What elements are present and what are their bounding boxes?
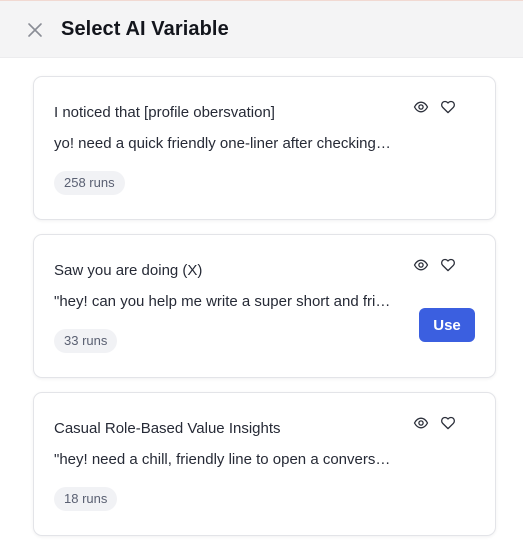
runs-badge: 258 runs bbox=[54, 171, 125, 195]
select-ai-variable-panel: Select AI Variable I noticed that [profi… bbox=[0, 0, 523, 555]
favorite-button[interactable] bbox=[440, 415, 456, 431]
variable-card[interactable]: I noticed that [profile obersvation] yo!… bbox=[33, 76, 496, 220]
preview-button[interactable] bbox=[413, 415, 429, 431]
use-button[interactable]: Use bbox=[419, 308, 475, 342]
variable-card[interactable]: Saw you are doing (X) "hey! can you help… bbox=[33, 234, 496, 378]
eye-icon bbox=[413, 259, 429, 271]
page-title: Select AI Variable bbox=[61, 18, 229, 40]
card-title: Casual Role-Based Value Insights bbox=[54, 420, 281, 437]
card-description: "hey! need a chill, friendly line to ope… bbox=[54, 451, 394, 468]
heart-icon bbox=[441, 100, 455, 114]
eye-icon bbox=[413, 417, 429, 429]
preview-button[interactable] bbox=[413, 99, 429, 115]
close-button[interactable] bbox=[25, 20, 45, 40]
preview-button[interactable] bbox=[413, 257, 429, 273]
card-title: I noticed that [profile obersvation] bbox=[54, 104, 275, 121]
card-description: yo! need a quick friendly one-liner afte… bbox=[54, 135, 394, 152]
card-description: "hey! can you help me write a super shor… bbox=[54, 293, 394, 310]
close-icon bbox=[28, 23, 42, 37]
panel-header: Select AI Variable bbox=[0, 1, 523, 58]
favorite-button[interactable] bbox=[440, 99, 456, 115]
runs-badge: 33 runs bbox=[54, 329, 118, 353]
variable-card[interactable]: Casual Role-Based Value Insights "hey! n… bbox=[33, 392, 496, 536]
favorite-button[interactable] bbox=[440, 257, 456, 273]
card-title: Saw you are doing (X) bbox=[54, 262, 203, 279]
heart-icon bbox=[441, 258, 455, 272]
heart-icon bbox=[441, 416, 455, 430]
eye-icon bbox=[413, 101, 429, 113]
runs-badge: 18 runs bbox=[54, 487, 118, 511]
